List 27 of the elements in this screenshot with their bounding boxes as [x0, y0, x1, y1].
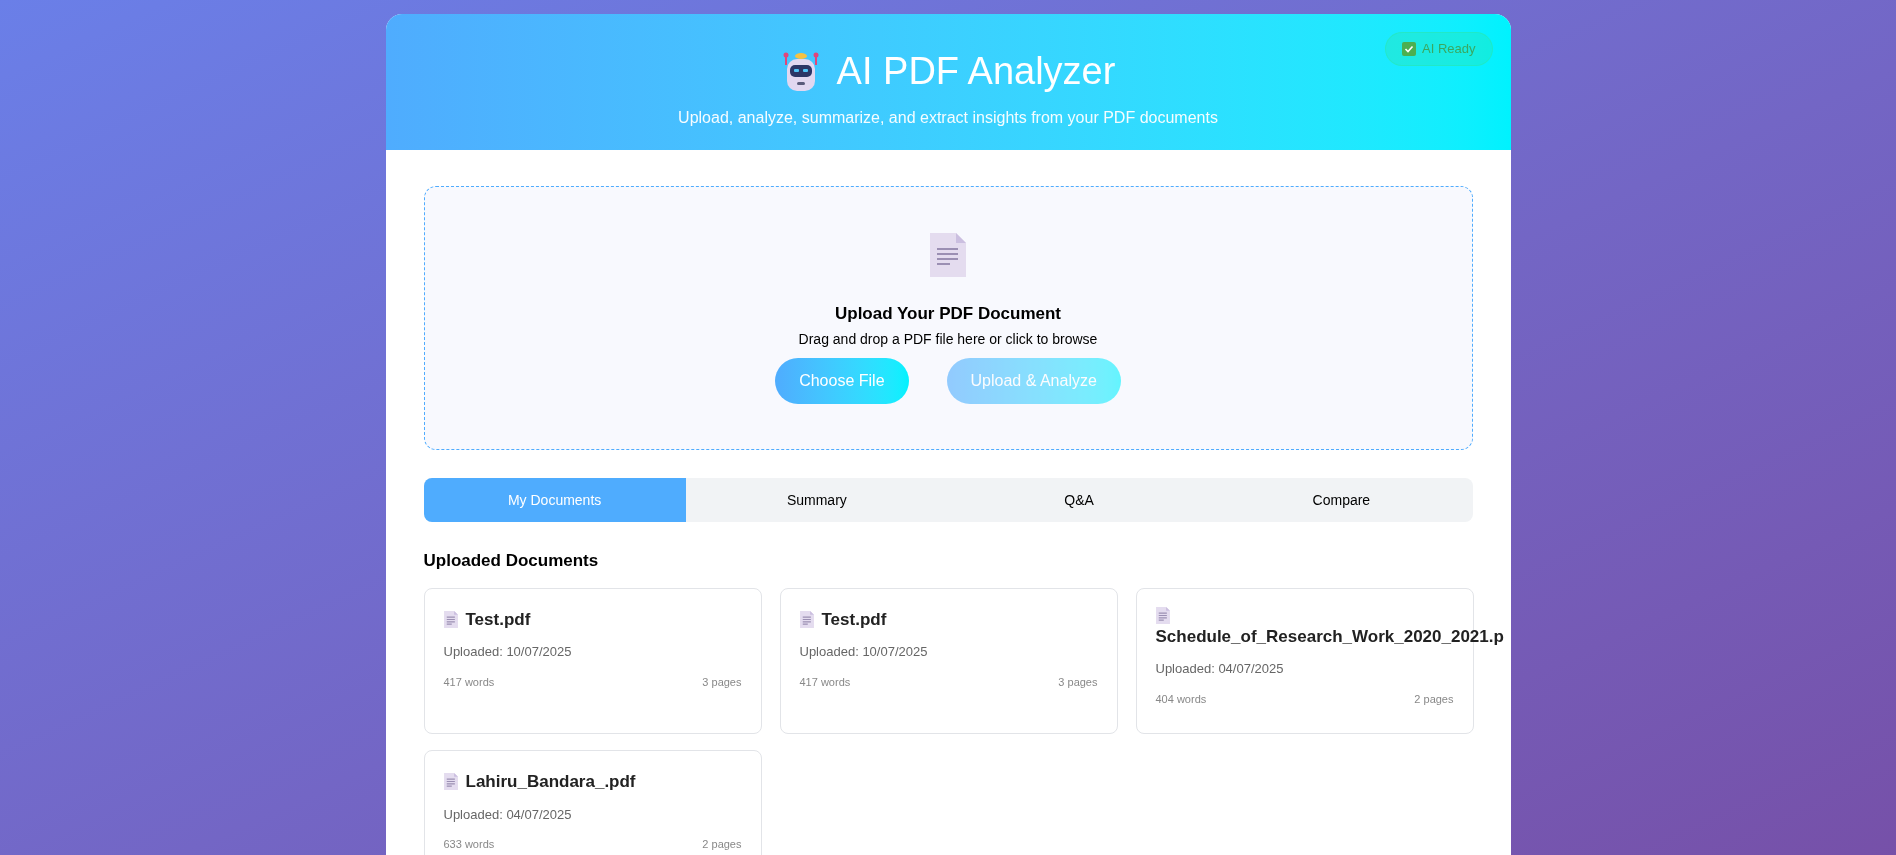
upload-date: Uploaded: 10/07/2025 — [799, 643, 929, 661]
word-count: 633 words — [443, 837, 495, 852]
upload-date: Uploaded: 10/07/2025 — [443, 643, 573, 661]
card-background[interactable] — [423, 750, 762, 855]
word-count: 404 words — [1155, 691, 1207, 707]
section-heading: Uploaded Documents — [423, 550, 600, 572]
tab[interactable]: Compare — [1210, 478, 1473, 522]
page-count: 3 pages — [702, 674, 742, 690]
upload-date: Uploaded: 04/07/2025 — [1155, 660, 1285, 678]
app-title: AI PDF Analyzer — [836, 49, 1116, 94]
word-count: 417 words — [799, 674, 851, 690]
document-name: Test.pdf — [821, 608, 887, 631]
document-icon — [930, 233, 966, 277]
document-name: Test.pdf — [465, 608, 531, 631]
app-subtitle: Upload, analyze, summarize, and extract insights from your PDF documents — [678, 107, 1218, 128]
upload-hint: Drag and drop a PDF file here or click to browse — [798, 329, 1098, 349]
status-label: AI Ready — [1422, 40, 1476, 59]
tab[interactable]: Q&A — [948, 478, 1211, 522]
document-name: Lahiru_Bandara_.pdf — [465, 771, 636, 793]
tab[interactable]: Summary — [685, 478, 948, 522]
page-count: 2 pages — [702, 837, 742, 852]
document-name: Schedule_of_Research_Work_2020_2021.p — [1155, 625, 1504, 648]
upload-date: Uploaded: 04/07/2025 — [443, 805, 573, 824]
page-count: 3 pages — [1058, 674, 1098, 690]
word-count: 417 words — [443, 674, 495, 690]
page-count: 2 pages — [1414, 691, 1454, 707]
upload-heading: Upload Your PDF Document — [834, 303, 1061, 325]
